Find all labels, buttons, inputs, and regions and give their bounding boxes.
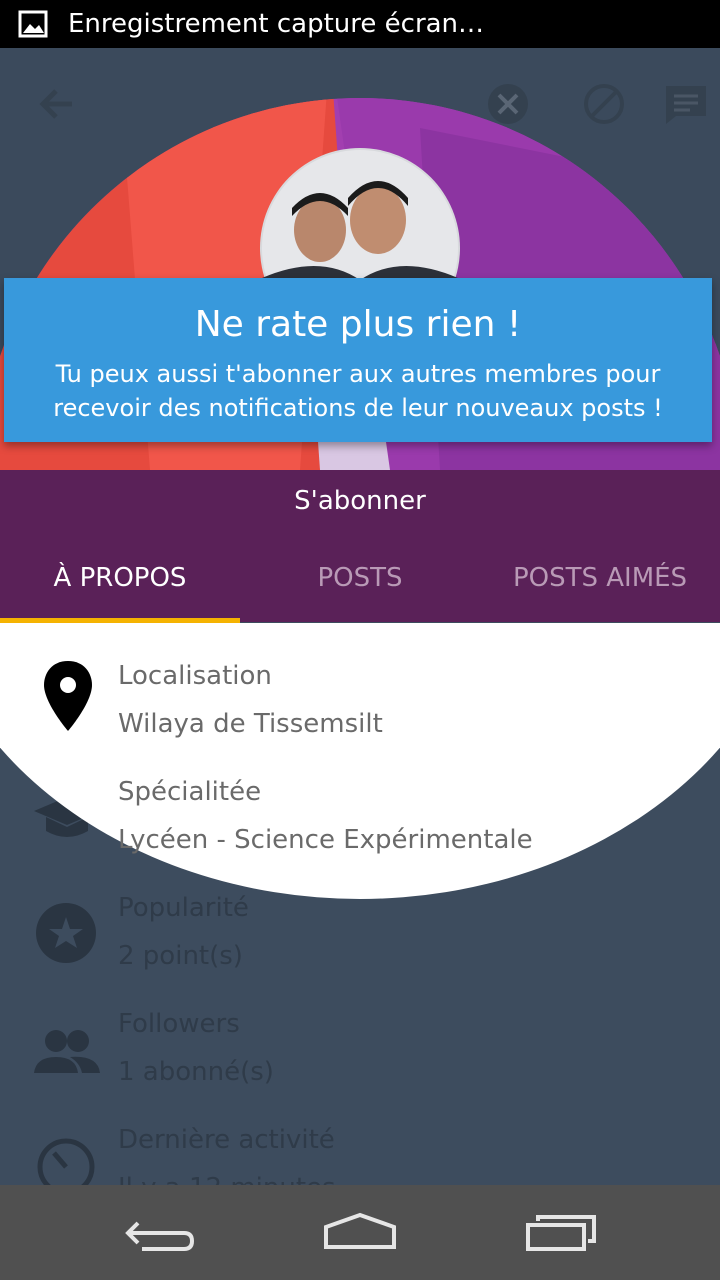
- home-nav-icon[interactable]: [320, 1209, 400, 1257]
- location-pin-icon: [44, 661, 92, 731]
- back-nav-icon[interactable]: [122, 1209, 202, 1257]
- item-value: Il y a 12 minutes: [118, 1173, 336, 1185]
- tab-about[interactable]: À PROPOS: [0, 548, 240, 608]
- back-arrow-icon[interactable]: [32, 80, 80, 128]
- tab-posts[interactable]: POSTS: [240, 548, 480, 608]
- image-notification-icon: [18, 10, 48, 38]
- tab-liked-posts[interactable]: POSTS AIMÉS: [480, 548, 720, 608]
- list-item-followers: Followers 1 abonné(s): [0, 1007, 720, 1123]
- list-item-location-highlight[interactable]: Localisation Wilaya de Tissemsilt: [0, 659, 720, 775]
- block-user-icon[interactable]: [484, 80, 532, 128]
- item-value: Lycéen - Science Expérimentale: [118, 825, 533, 855]
- toolbar: [0, 48, 720, 160]
- item-value: Wilaya de Tissemsilt: [118, 709, 383, 739]
- timer-icon: [37, 1138, 95, 1185]
- system-navigation-bar: [0, 1185, 720, 1280]
- banner-title: Ne rate plus rien !: [194, 304, 522, 345]
- people-icon: [34, 1030, 100, 1073]
- status-title: Enregistrement capture écran…: [68, 9, 485, 39]
- item-label: Dernière activité: [118, 1125, 335, 1155]
- item-label: Spécialitée: [118, 777, 262, 807]
- reveal-spotlight: Localisation Wilaya de Tissemsilt Spécia…: [0, 623, 720, 923]
- banner-line1: Tu peux aussi t'abonner aux autres membr…: [55, 360, 661, 388]
- message-icon[interactable]: [662, 80, 710, 128]
- status-bar: Enregistrement capture écran…: [0, 0, 720, 48]
- item-label: Followers: [118, 1009, 240, 1039]
- recents-nav-icon[interactable]: [522, 1209, 602, 1257]
- list-item-last-activity: Dernière activité Il y a 12 minutes: [0, 1123, 720, 1185]
- banner-line2: recevoir des notifications de leur nouve…: [53, 394, 663, 422]
- ban-icon[interactable]: [580, 80, 628, 128]
- subscribe-button[interactable]: S'abonner: [0, 470, 720, 532]
- item-value: 1 abonné(s): [118, 1057, 274, 1087]
- item-label: Localisation: [118, 661, 272, 691]
- tab-indicator: [0, 618, 240, 623]
- subscribe-tip-banner[interactable]: Ne rate plus rien ! Tu peux aussi t'abon…: [4, 278, 712, 442]
- list-item-speciality-highlight[interactable]: Spécialitée Lycéen - Science Expérimenta…: [0, 775, 720, 891]
- item-value: 2 point(s): [118, 941, 243, 971]
